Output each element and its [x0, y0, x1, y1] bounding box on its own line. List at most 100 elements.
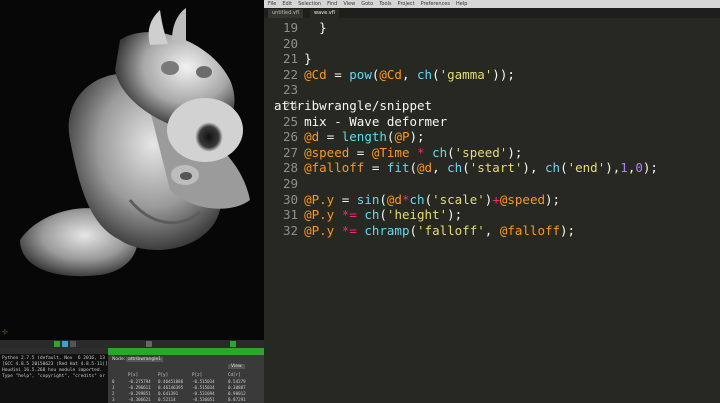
tab-bar: untitled.vfl wave.vfl — [264, 8, 720, 18]
menu-item-help[interactable]: Help — [456, 1, 467, 7]
menu-item-goto[interactable]: Goto — [361, 1, 373, 7]
menu-bar: File Edit Selection Find View Goto Tools Projec… — [264, 0, 720, 8]
table-cell: -0.536051 — [192, 397, 215, 402]
axis-gizmo-icon: ⊹ — [2, 328, 8, 336]
column-header[interactable]: P[x] — [128, 372, 138, 377]
code-token: ( — [462, 160, 470, 176]
code-line: @falloff = fit(@d, ch('start'), ch('end'… — [274, 160, 658, 175]
code-line: mix - Wave deformer — [274, 114, 447, 129]
code-token: = — [334, 191, 357, 207]
toolbar-grid-button[interactable] — [70, 341, 76, 347]
code-token: length — [341, 129, 387, 145]
toolbar-toggle-button[interactable] — [54, 341, 60, 347]
code-token: attribwrangle/snippet — [274, 98, 433, 113]
menu-item-view[interactable]: View — [343, 1, 355, 7]
code-token: ( — [424, 191, 433, 207]
code-token: 'falloff' — [417, 222, 485, 238]
view-dropdown[interactable]: View — [228, 364, 245, 369]
table-cell: -0.531094 — [192, 391, 215, 396]
code-token: , — [484, 222, 500, 238]
code-token: pow — [349, 66, 372, 82]
toolbar-snap-button[interactable] — [146, 341, 152, 347]
code-token: 1 — [620, 160, 628, 176]
menu-item-file[interactable]: File — [268, 1, 276, 7]
toolbar-display-button[interactable] — [230, 341, 236, 347]
code-line: @speed = @Time * ch('speed'); — [274, 145, 522, 160]
code-token: )); — [492, 66, 515, 82]
code-token: } — [274, 20, 327, 35]
table-cell: -0.275794 — [128, 379, 151, 384]
code-line: @P.y *= chramp('falloff', @falloff); — [274, 223, 575, 238]
code-line: attribwrangle/snippet — [274, 98, 432, 113]
code-token: @P.y — [304, 191, 335, 207]
code-token: @d — [386, 191, 402, 207]
code-token: ); — [409, 129, 425, 145]
table-cell: 0.641391 — [158, 391, 179, 396]
menu-item-project[interactable]: Project — [398, 1, 415, 7]
menu-item-find[interactable]: Find — [327, 1, 337, 7]
attribute-table: P[x] P[y] P[z] Cd[r] 0 -0.275794 0.46451086 -0.… — [108, 372, 264, 403]
console-line: [GCC 4.8.5 20150623 (Red Hat 4.8.5-11)] — [2, 362, 108, 367]
menu-item-preferences[interactable]: Preferences — [421, 1, 450, 7]
code-token: ch — [545, 160, 561, 176]
code-token: ( — [409, 160, 418, 176]
table-cell: -0.306621 — [128, 397, 151, 402]
code-token: ); — [560, 222, 576, 238]
code-token: @P — [394, 129, 410, 145]
code-token: *= — [334, 222, 365, 238]
geometry-spreadsheet[interactable]: Node: attribwrangle1 View P[x] P[y] P[z] Cd… — [108, 348, 264, 403]
code-token: ( — [432, 66, 440, 82]
column-header[interactable]: P[y] — [158, 372, 168, 377]
python-shell[interactable]: Python 2.7.5 (default, Nov 6 2016, 13 [GC… — [0, 348, 108, 403]
table-cell: 1 — [112, 385, 115, 390]
code-token: 0 — [635, 160, 643, 176]
pane-toolbar — [0, 340, 264, 348]
tab-wave[interactable]: wave.vfl — [310, 9, 339, 18]
code-token: ), — [522, 160, 545, 176]
tab-untitled[interactable]: untitled.vfl — [268, 9, 303, 18]
sheet-tab-strip — [108, 348, 264, 355]
table-cell: 0.87291 — [228, 397, 246, 402]
code-token: ); — [642, 160, 658, 176]
menu-item-tools[interactable]: Tools — [379, 1, 391, 7]
console-tab-strip — [0, 348, 108, 354]
code-token: ( — [379, 207, 387, 223]
code-token: 'height' — [386, 207, 448, 223]
code-line: } — [274, 51, 312, 66]
table-cell: 0.46146395 — [158, 385, 184, 390]
viewport-3d[interactable]: ⊹ — [0, 0, 264, 340]
code-token: *= — [334, 207, 365, 223]
code-token: ( — [447, 144, 455, 160]
code-token: = — [364, 160, 387, 176]
code-area[interactable]: } } @Cd = pow(@Cd, ch('gamma')); attribwr… — [264, 18, 720, 403]
node-field[interactable]: attribwrangle1 — [126, 357, 164, 362]
table-cell: -0.515034 — [192, 379, 215, 384]
code-token: , — [432, 160, 448, 176]
code-token: 'gamma' — [439, 66, 493, 82]
code-token: ); — [507, 144, 523, 160]
code-token: ch — [409, 191, 425, 207]
code-token: @falloff — [499, 222, 561, 238]
code-token: * — [409, 144, 433, 160]
code-token: @speed — [499, 191, 545, 207]
table-cell: 0 — [112, 379, 115, 384]
menu-item-selection[interactable]: Selection — [298, 1, 321, 7]
code-line: @d = length(@P); — [274, 129, 425, 145]
code-token: = — [319, 129, 342, 145]
column-header[interactable]: P[z] — [192, 372, 202, 377]
menu-item-edit[interactable]: Edit — [282, 1, 292, 7]
toolbar-view-button[interactable] — [62, 341, 68, 347]
code-token: ch — [417, 66, 433, 82]
sculpture-render — [20, 8, 250, 277]
code-token: mix - Wave deformer — [274, 113, 448, 129]
column-header[interactable]: Cd[r] — [228, 372, 241, 377]
code-line: @P.y *= ch('height'); — [274, 207, 462, 222]
code-line: @P.y = sin(@d*ch('scale')+@speed); — [274, 192, 560, 207]
code-token: , — [401, 66, 418, 82]
